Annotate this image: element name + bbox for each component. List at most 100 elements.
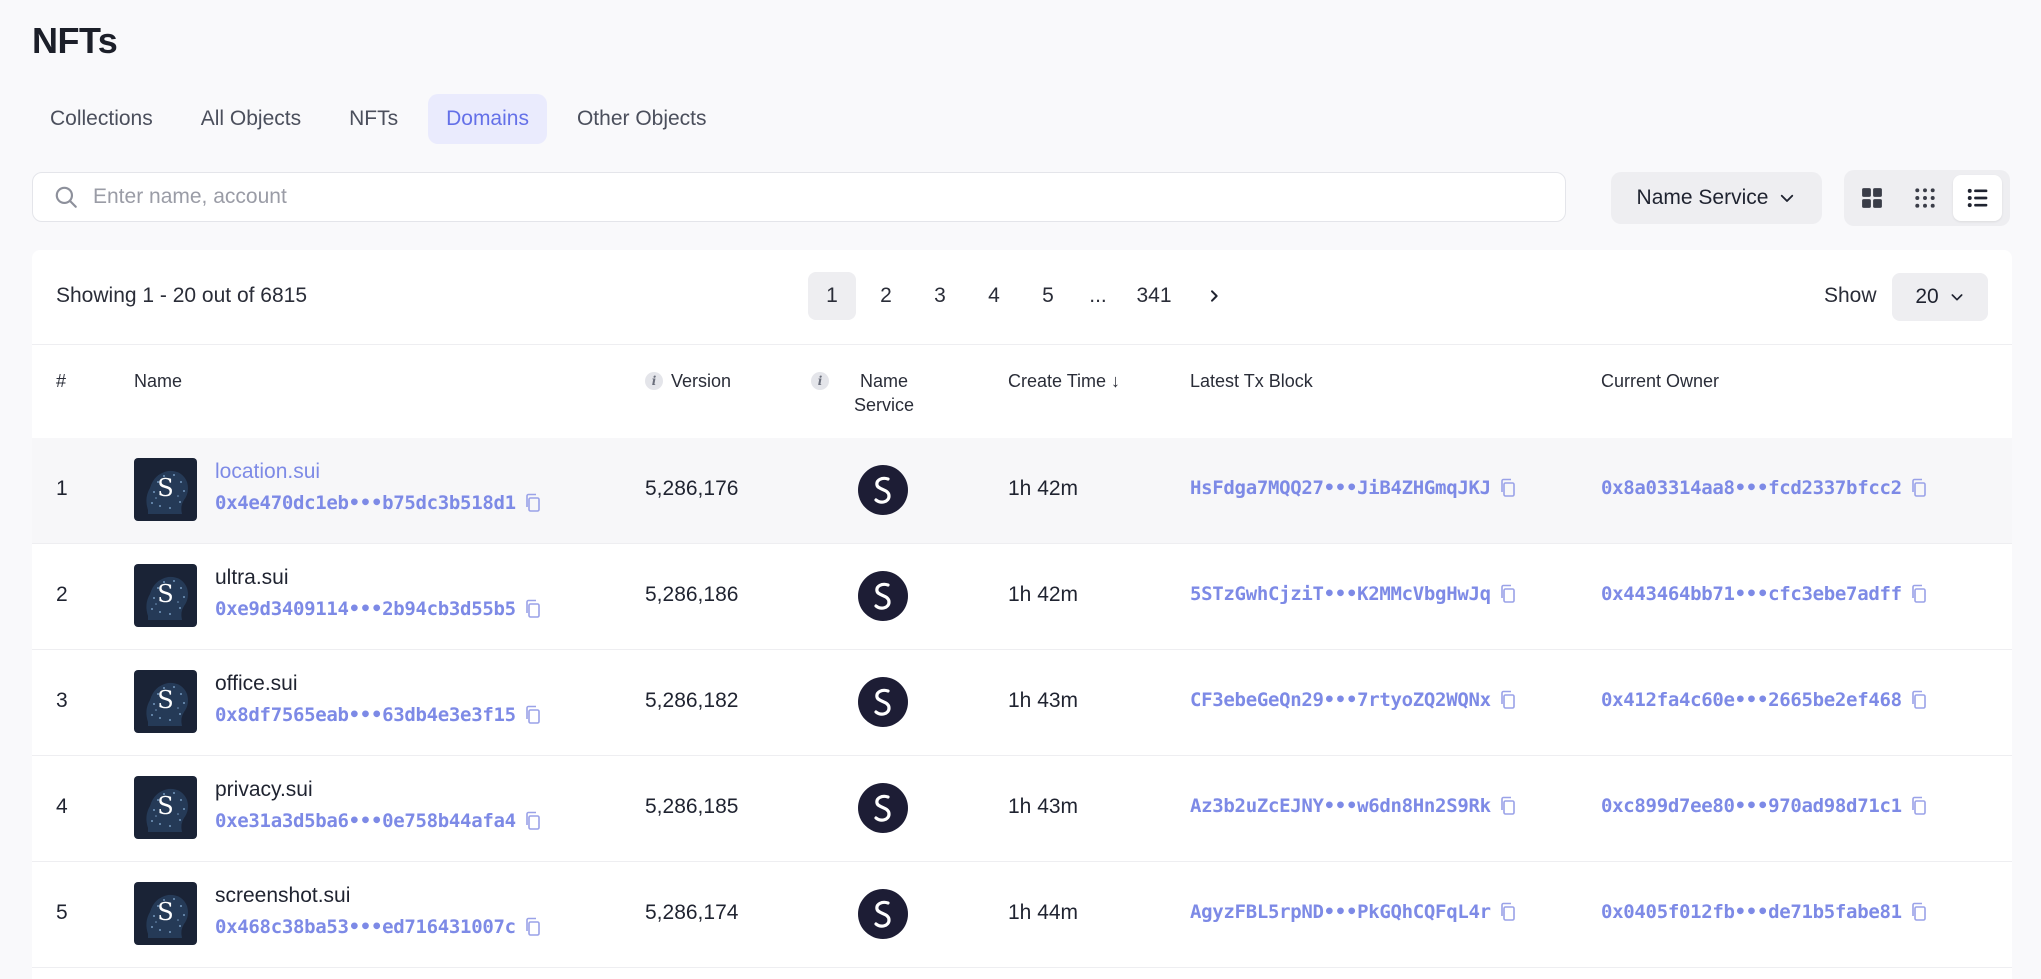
page-button-1[interactable]: 1 — [808, 272, 856, 320]
domain-thumbnail[interactable]: S — [134, 670, 197, 733]
copy-icon[interactable] — [1499, 902, 1517, 922]
latest-tx-block[interactable]: CF3ebeGeQn29•••7rtyoZQ2WQNx — [1190, 689, 1517, 711]
domain-name[interactable]: office.sui — [215, 672, 298, 696]
page-size-select[interactable]: 20 — [1892, 273, 1988, 321]
copy-icon[interactable] — [524, 917, 542, 937]
domain-name[interactable]: screenshot.sui — [215, 884, 350, 908]
copy-icon[interactable] — [1499, 690, 1517, 710]
domain-thumbnail[interactable]: S — [134, 564, 197, 627]
table-row[interactable]: 3 S office.sui 0x8df7565eab•••63db4e3e3f… — [32, 650, 2012, 756]
current-owner-text[interactable]: 0xc899d7ee80•••970ad98d71c1 — [1601, 795, 1902, 817]
domain-thumbnail[interactable]: S — [134, 458, 197, 521]
page-button-3[interactable]: 3 — [916, 272, 964, 320]
row-number: 3 — [56, 689, 68, 712]
tab-all-objects[interactable]: All Objects — [183, 94, 319, 144]
next-page-button[interactable] — [1190, 272, 1238, 320]
object-address-text[interactable]: 0x8df7565eab•••63db4e3e3f15 — [215, 704, 516, 726]
latest-tx-block[interactable]: AgyzFBL5rpND•••PkGQhCQFqL4r — [1190, 901, 1517, 923]
suins-logo-icon[interactable] — [858, 783, 908, 833]
grid-view-button[interactable] — [1848, 175, 1897, 221]
latest-tx-block-text[interactable]: 5STzGwhCjziT•••K2MMcVbgHwJq — [1190, 583, 1491, 605]
column-header-name[interactable]: Name — [134, 369, 182, 393]
domain-name[interactable]: ultra.sui — [215, 566, 289, 590]
object-address[interactable]: 0xe31a3d5ba6•••0e758b44afa4 — [215, 810, 542, 832]
copy-icon[interactable] — [1910, 478, 1928, 498]
copy-icon[interactable] — [1499, 796, 1517, 816]
info-icon[interactable]: i — [645, 372, 663, 390]
suins-image: S — [134, 882, 197, 945]
domain-name[interactable]: privacy.sui — [215, 778, 313, 802]
current-owner[interactable]: 0xc899d7ee80•••970ad98d71c1 — [1601, 795, 1928, 817]
list-view-button[interactable] — [1953, 175, 2003, 221]
latest-tx-block-text[interactable]: HsFdga7MQQ27•••JiB4ZHGmqJKJ — [1190, 477, 1491, 499]
row-number: 4 — [56, 795, 68, 818]
tab-domains[interactable]: Domains — [428, 94, 547, 144]
page-button-last[interactable]: 341 — [1124, 272, 1184, 320]
suins-image: S — [134, 564, 197, 627]
copy-icon[interactable] — [1910, 690, 1928, 710]
page-button-2[interactable]: 2 — [862, 272, 910, 320]
current-owner[interactable]: 0x443464bb71•••cfc3ebe7adff — [1601, 583, 1928, 605]
page-size-label: Show — [1824, 284, 1877, 307]
object-address-text[interactable]: 0x4e470dc1eb•••b75dc3b518d1 — [215, 492, 516, 514]
current-owner[interactable]: 0x8a03314aa8•••fcd2337bfcc2 — [1601, 477, 1928, 499]
search-input[interactable] — [91, 184, 1565, 210]
current-owner-text[interactable]: 0x8a03314aa8•••fcd2337bfcc2 — [1601, 477, 1902, 499]
current-owner-text[interactable]: 0x443464bb71•••cfc3ebe7adff — [1601, 583, 1902, 605]
table-row[interactable]: 5 S screenshot.sui 0x468c38ba53•••ed7164… — [32, 862, 2012, 968]
column-header-create-time[interactable]: Create Time ↓ — [1008, 369, 1120, 393]
latest-tx-block[interactable]: 5STzGwhCjziT•••K2MMcVbgHwJq — [1190, 583, 1517, 605]
object-address-text[interactable]: 0xe31a3d5ba6•••0e758b44afa4 — [215, 810, 516, 832]
page-button-4[interactable]: 4 — [970, 272, 1018, 320]
suins-logo-icon[interactable] — [858, 465, 908, 515]
tab-collections[interactable]: Collections — [32, 94, 171, 144]
copy-icon[interactable] — [1910, 796, 1928, 816]
copy-icon[interactable] — [524, 599, 542, 619]
tab-nfts[interactable]: NFTs — [331, 94, 416, 144]
row-number: 5 — [56, 901, 68, 924]
copy-icon[interactable] — [1499, 478, 1517, 498]
latest-tx-block[interactable]: Az3b2uZcEJNY•••w6dn8Hn2S9Rk — [1190, 795, 1517, 817]
copy-icon[interactable] — [524, 493, 542, 513]
current-owner-text[interactable]: 0x0405f012fb•••de71b5fabe81 — [1601, 901, 1902, 923]
copy-icon[interactable] — [1910, 902, 1928, 922]
suins-logo-icon[interactable] — [858, 677, 908, 727]
object-address[interactable]: 0x468c38ba53•••ed716431007c — [215, 916, 542, 938]
object-address[interactable]: 0x4e470dc1eb•••b75dc3b518d1 — [215, 492, 542, 514]
column-header-current-owner[interactable]: Current Owner — [1601, 369, 1719, 393]
suins-logo-icon[interactable] — [858, 889, 908, 939]
object-address-text[interactable]: 0x468c38ba53•••ed716431007c — [215, 916, 516, 938]
search-icon — [55, 186, 77, 208]
page-button-5[interactable]: 5 — [1024, 272, 1072, 320]
domain-thumbnail[interactable]: S — [134, 776, 197, 839]
current-owner[interactable]: 0x0405f012fb•••de71b5fabe81 — [1601, 901, 1928, 923]
name-service-dropdown[interactable]: Name Service — [1611, 172, 1822, 224]
domain-thumbnail[interactable]: S — [134, 882, 197, 945]
suins-logo-icon[interactable] — [858, 571, 908, 621]
tab-other-objects[interactable]: Other Objects — [559, 94, 725, 144]
column-header-latest-tx-block[interactable]: Latest Tx Block — [1190, 369, 1313, 393]
svg-text:S: S — [157, 792, 173, 820]
object-address[interactable]: 0x8df7565eab•••63db4e3e3f15 — [215, 704, 542, 726]
table-row[interactable]: 2 S ultra.sui 0xe9d3409114•••2b94cb3d55b… — [32, 544, 2012, 650]
copy-icon[interactable] — [524, 811, 542, 831]
copy-icon[interactable] — [1910, 584, 1928, 604]
object-address-text[interactable]: 0xe9d3409114•••2b94cb3d55b5 — [215, 598, 516, 620]
table-row[interactable]: 1 S location.sui 0x4e470dc1eb•••b75dc3b5… — [32, 438, 2012, 544]
latest-tx-block-text[interactable]: Az3b2uZcEJNY•••w6dn8Hn2S9Rk — [1190, 795, 1491, 817]
latest-tx-block-text[interactable]: AgyzFBL5rpND•••PkGQhCQFqL4r — [1190, 901, 1491, 923]
table-row[interactable]: 4 S privacy.sui 0xe31a3d5ba6•••0e758b44a… — [32, 756, 2012, 862]
copy-icon[interactable] — [1499, 584, 1517, 604]
compact-grid-view-button[interactable] — [1901, 175, 1950, 221]
info-icon[interactable]: i — [811, 372, 829, 390]
latest-tx-block[interactable]: HsFdga7MQQ27•••JiB4ZHGmqJKJ — [1190, 477, 1517, 499]
column-header-version[interactable]: i Version — [645, 369, 731, 393]
column-header-name-service[interactable]: i Name Service — [811, 369, 931, 417]
object-address[interactable]: 0xe9d3409114•••2b94cb3d55b5 — [215, 598, 542, 620]
version-value: 5,286,174 — [645, 901, 739, 924]
current-owner-text[interactable]: 0x412fa4c60e•••2665be2ef468 — [1601, 689, 1902, 711]
copy-icon[interactable] — [524, 705, 542, 725]
latest-tx-block-text[interactable]: CF3ebeGeQn29•••7rtyoZQ2WQNx — [1190, 689, 1491, 711]
current-owner[interactable]: 0x412fa4c60e•••2665be2ef468 — [1601, 689, 1928, 711]
domain-name[interactable]: location.sui — [215, 460, 320, 484]
